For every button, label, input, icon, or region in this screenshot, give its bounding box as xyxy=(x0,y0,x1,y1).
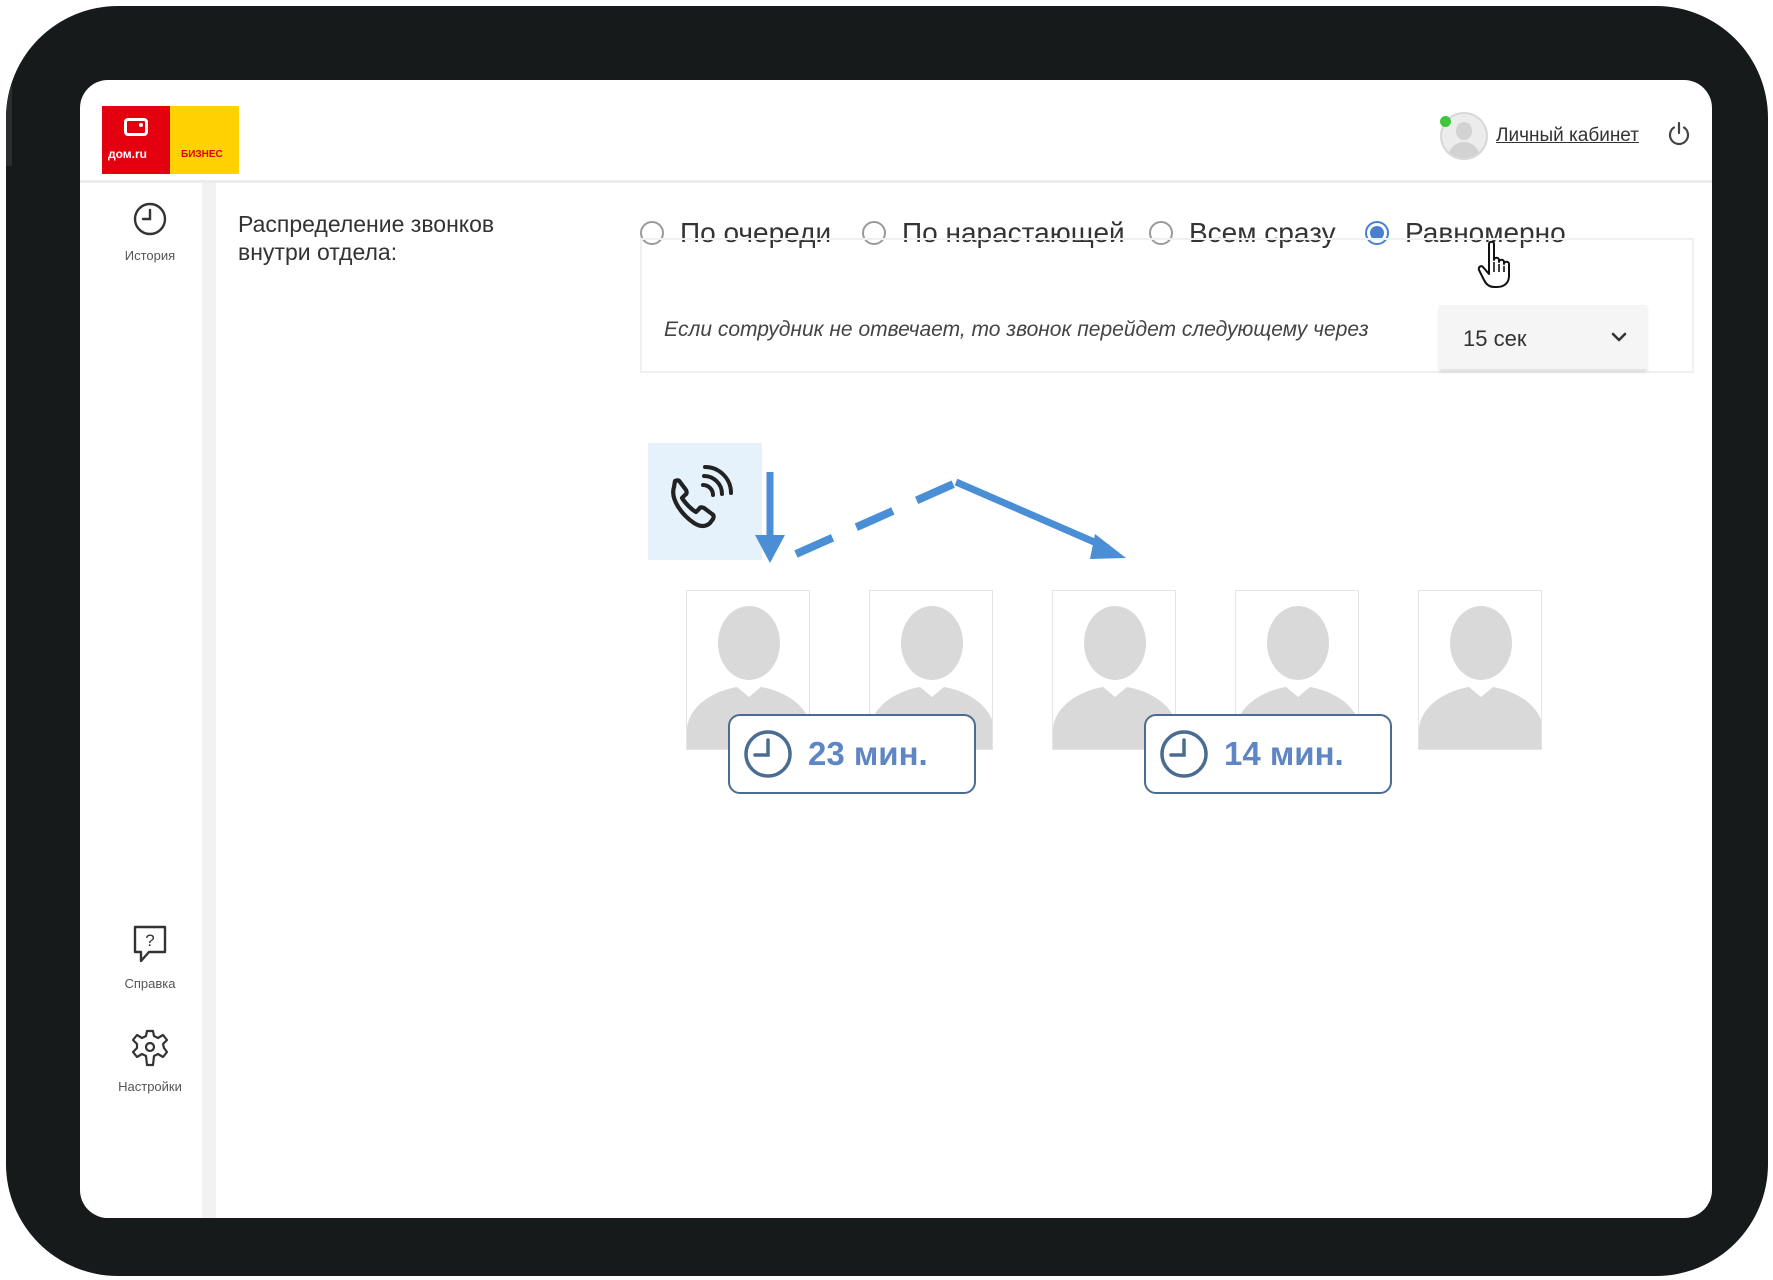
sidebar-item-history[interactable]: История xyxy=(98,201,202,263)
domru-business-logo[interactable]: дом.ru БИЗНЕС xyxy=(102,106,239,174)
online-status-dot xyxy=(1440,116,1451,127)
help-icon: ? xyxy=(133,925,167,963)
timeout-description: Если сотрудник не отвечает, то звонок пе… xyxy=(664,318,1369,341)
timer-text: 14 мин. xyxy=(1224,735,1344,772)
sidebar-item-label: Настройки xyxy=(118,1079,182,1094)
logo-red-block: дом.ru xyxy=(102,106,170,174)
tablet-frame: дом.ru БИЗНЕС Личный кабинет История ? С… xyxy=(6,6,1768,1276)
gear-icon xyxy=(131,1029,169,1067)
clock-icon xyxy=(1160,730,1208,778)
sidebar-item-label: История xyxy=(124,248,176,263)
distribution-label: Распределение звонков внутри отдела: xyxy=(238,211,495,265)
sidebar-item-settings[interactable]: Настройки xyxy=(98,1028,202,1094)
timer-badge: 23 мин. xyxy=(728,714,976,794)
logo-yellow-block: БИЗНЕС xyxy=(170,106,239,174)
power-icon[interactable] xyxy=(1665,120,1693,148)
person-silhouette-icon xyxy=(1419,606,1541,749)
left-sidebar: История ? Справка Настройки xyxy=(98,183,216,1218)
logo-brand-text: дом.ru xyxy=(108,147,147,161)
timer-text: 23 мин. xyxy=(808,735,928,772)
sidebar-item-help[interactable]: ? Справка xyxy=(98,923,202,991)
personal-account-link[interactable]: Личный кабинет xyxy=(1496,125,1639,147)
clock-icon xyxy=(133,202,167,236)
employee-card xyxy=(1418,590,1542,750)
top-header: дом.ru БИЗНЕС Личный кабинет xyxy=(80,80,1712,183)
hand-pointer-cursor-icon xyxy=(1477,240,1510,288)
logo-sub-text: БИЗНЕС xyxy=(181,149,223,160)
chevron-down-icon xyxy=(1611,332,1627,342)
timer-badge: 14 мин. xyxy=(1144,714,1392,794)
svg-text:?: ? xyxy=(145,931,154,950)
call-routing-arrows xyxy=(755,472,1126,563)
tv-icon xyxy=(124,118,148,136)
app-screen: дом.ru БИЗНЕС Личный кабинет История ? С… xyxy=(80,80,1712,1218)
sidebar-item-label: Справка xyxy=(124,976,176,991)
clock-icon xyxy=(744,730,792,778)
timeout-select-value: 15 сек xyxy=(1463,326,1527,351)
timeout-select[interactable]: 15 сек xyxy=(1439,305,1647,369)
